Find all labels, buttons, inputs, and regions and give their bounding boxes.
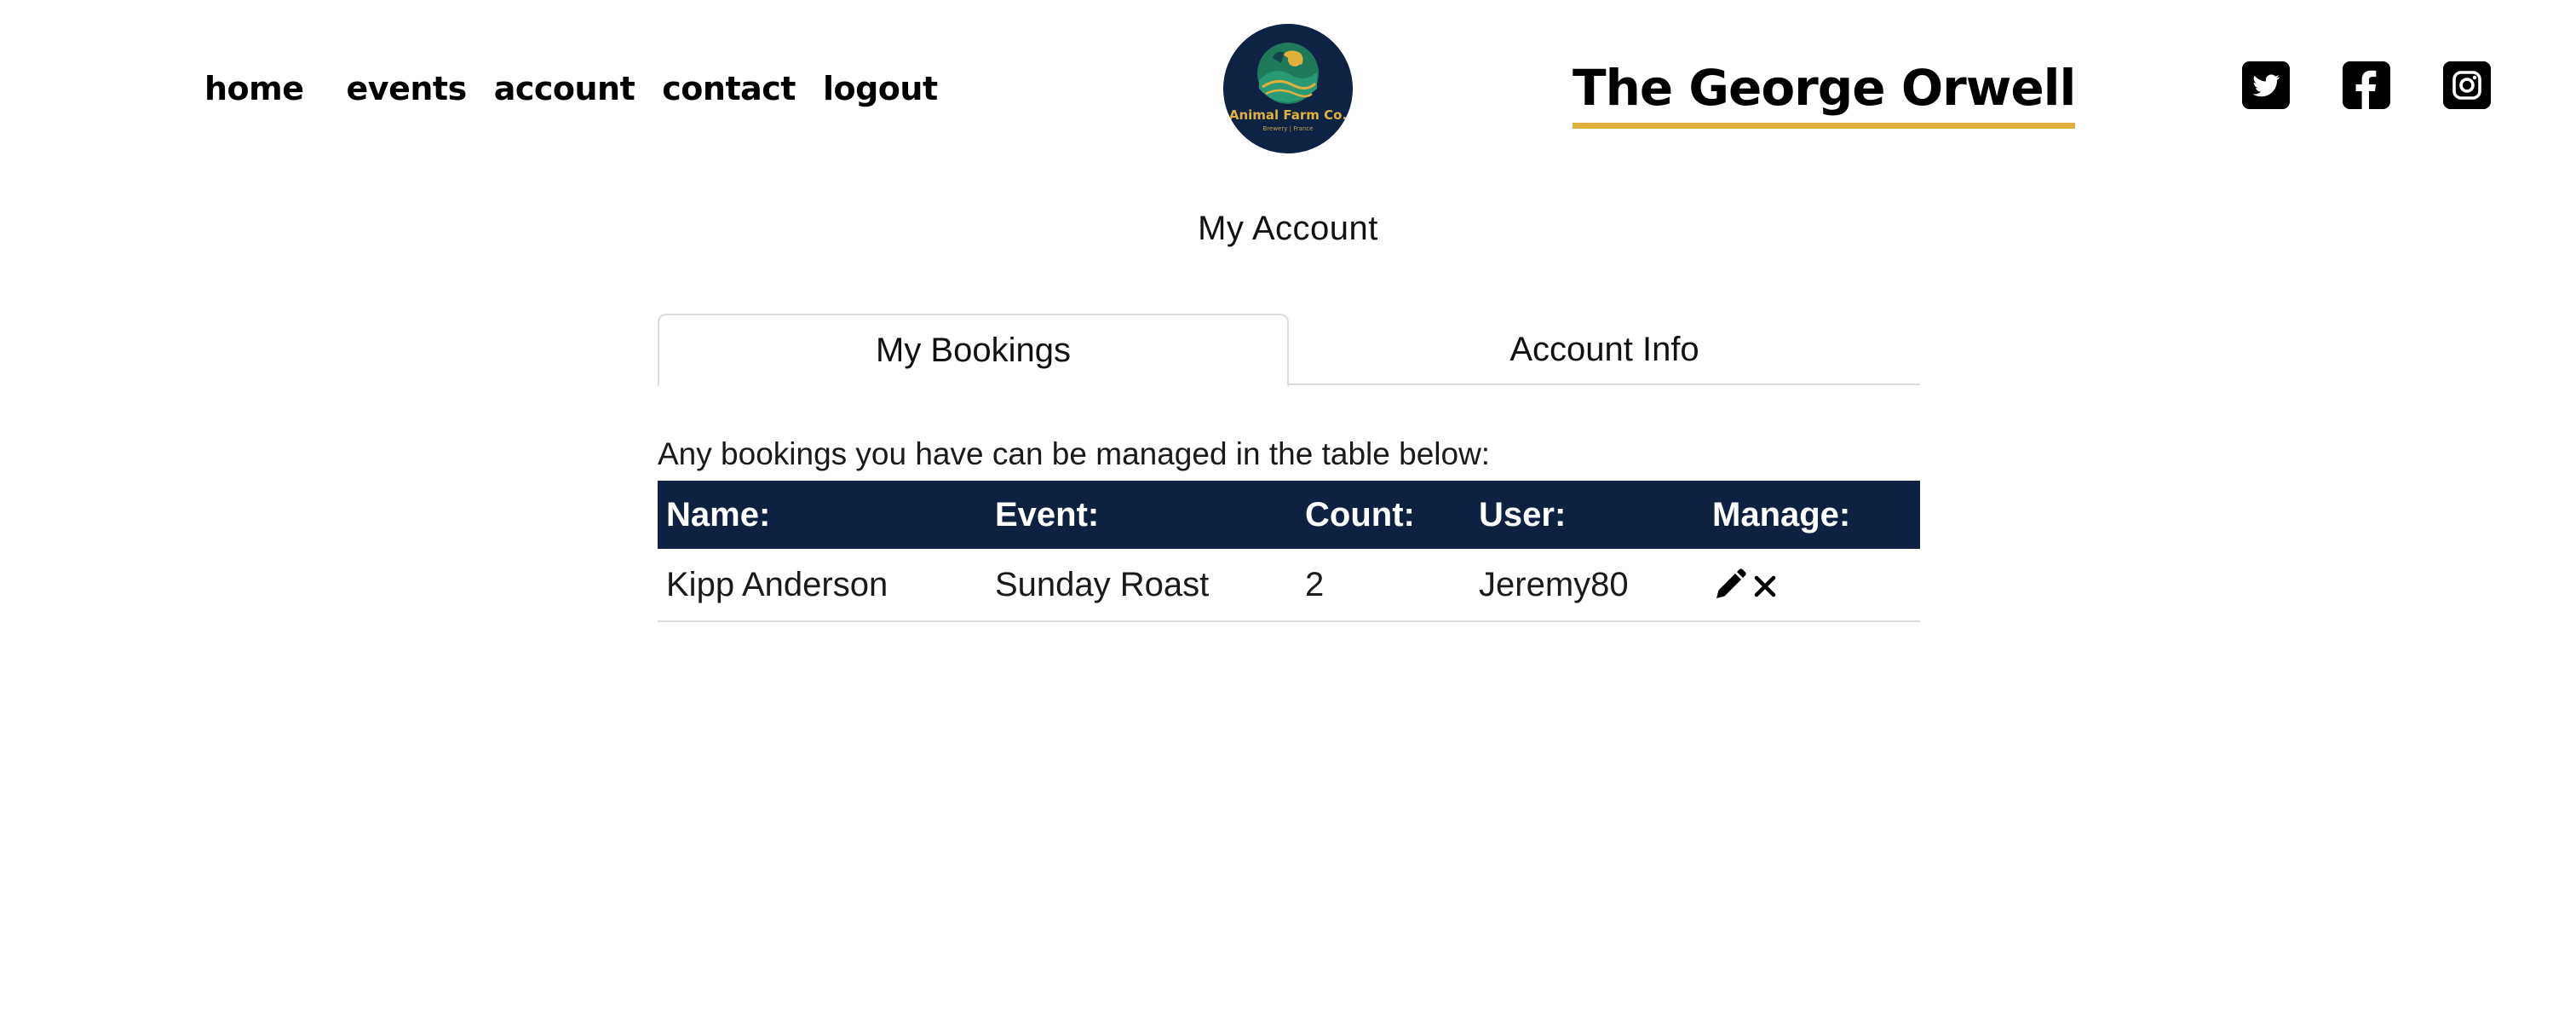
booking-count-cell: 2	[1305, 565, 1325, 603]
brand-logo[interactable]: Animal Farm Co. Brewery | France	[1223, 24, 1353, 153]
column-header-user: User:	[1479, 495, 1567, 534]
page-title: My Account	[1198, 210, 1378, 247]
column-header-event: Event:	[995, 495, 1100, 534]
nav-account-link[interactable]: account	[494, 70, 635, 107]
close-icon[interactable]	[1750, 567, 1780, 603]
svg-text:Animal Farm Co.: Animal Farm Co.	[1229, 107, 1347, 123]
column-header-count: Count:	[1305, 495, 1415, 534]
tab-account-info[interactable]: Account Info	[1289, 314, 1920, 385]
table-row: Kipp Anderson Sunday Roast 2 Jeremy80	[658, 549, 1920, 622]
svg-text:Brewery | France: Brewery | France	[1263, 125, 1314, 132]
account-tabs: My Bookings Account Info	[658, 314, 1920, 387]
booking-manage-cell	[1712, 549, 1780, 620]
nav-home-link[interactable]: home	[204, 70, 304, 107]
column-header-manage: Manage:	[1712, 495, 1851, 534]
animal-farm-logo-icon: Animal Farm Co. Brewery | France	[1223, 24, 1353, 153]
page: home events account contact logout Anima…	[0, 0, 2576, 1021]
nav-events-link[interactable]: events	[347, 70, 468, 107]
twitter-icon[interactable]	[2242, 61, 2290, 109]
nav-contact-link[interactable]: contact	[662, 70, 796, 107]
table-header: Name: Event: Count: User: Manage:	[658, 481, 1920, 549]
tab-my-bookings[interactable]: My Bookings	[658, 314, 1289, 387]
column-header-name: Name:	[666, 495, 771, 534]
instagram-icon[interactable]	[2443, 61, 2491, 109]
main-nav: home events account contact logout	[204, 61, 965, 116]
nav-logout-link[interactable]: logout	[823, 70, 938, 107]
booking-user-cell: Jeremy80	[1479, 565, 1629, 603]
bookings-table: Name: Event: Count: User: Manage: Kipp A…	[658, 481, 1920, 622]
pencil-icon[interactable]	[1712, 567, 1748, 603]
facebook-icon[interactable]	[2343, 61, 2390, 109]
site-title: The George Orwell	[1573, 53, 2076, 129]
booking-event-cell: Sunday Roast	[995, 565, 1210, 603]
bookings-intro-text: Any bookings you have can be managed in …	[658, 436, 1491, 471]
booking-name-cell: Kipp Anderson	[666, 565, 888, 603]
